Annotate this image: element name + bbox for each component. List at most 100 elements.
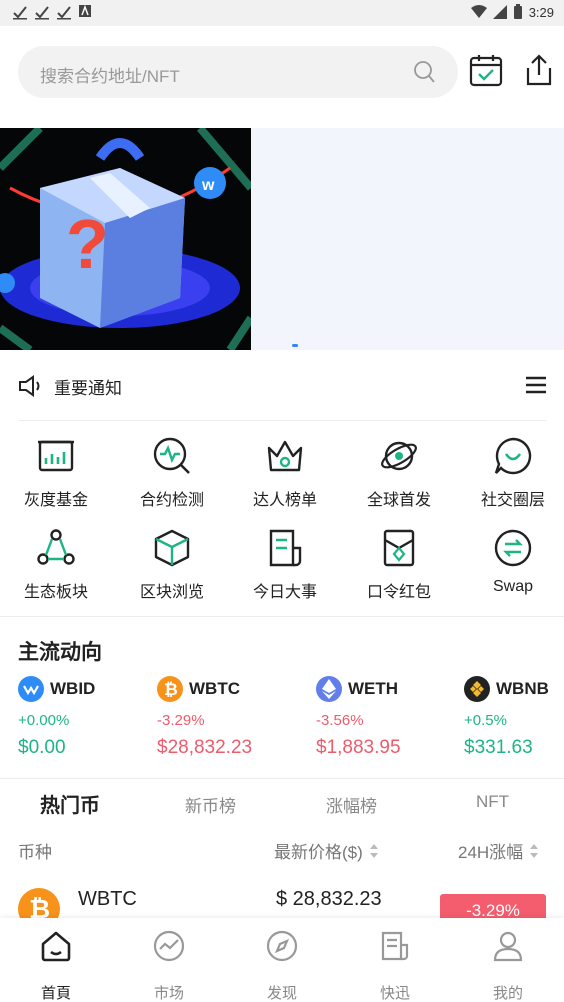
quick-item-swap[interactable]: Swap bbox=[457, 522, 564, 602]
document-icon bbox=[269, 529, 302, 567]
quick-item-label: 生态板块 bbox=[23, 584, 88, 601]
coin-name: WBTC bbox=[189, 679, 240, 698]
compass-icon bbox=[266, 930, 298, 962]
divider bbox=[18, 420, 546, 421]
quick-item-label: 今日大事 bbox=[252, 584, 317, 601]
svg-text:w: w bbox=[201, 177, 215, 194]
row-price: $ 28,832.23 bbox=[276, 888, 382, 910]
network-icon bbox=[37, 529, 75, 565]
planet-icon bbox=[381, 441, 417, 471]
menu-icon[interactable] bbox=[526, 376, 546, 394]
tab-hot-coins[interactable]: 热门币 bbox=[40, 789, 100, 818]
cube-icon bbox=[154, 529, 190, 567]
quick-item-ecosystem[interactable]: 生态板块 bbox=[0, 522, 112, 602]
coin-card-wbnb[interactable]: WBNB +0.5% $331.63 bbox=[464, 676, 564, 766]
column-header-label: 最新价格($) bbox=[274, 843, 363, 862]
coin-name: WBNB bbox=[496, 679, 549, 698]
quick-item-today-events[interactable]: 今日大事 bbox=[229, 522, 341, 602]
divider bbox=[0, 616, 564, 617]
coin-price: $331.63 bbox=[464, 737, 533, 758]
nav-market[interactable]: 市场 bbox=[113, 928, 225, 1002]
banner-indicator[interactable] bbox=[292, 344, 298, 347]
coin-name: WETH bbox=[348, 679, 399, 698]
bitcoin-logo-icon: ₿ bbox=[157, 676, 183, 702]
nav-label: 首頁 bbox=[40, 985, 71, 1002]
signal-icon bbox=[492, 5, 507, 19]
coin-change: +0.00% bbox=[18, 712, 70, 729]
quick-item-label: 全球首发 bbox=[366, 492, 431, 509]
quick-item-label: 社交圈层 bbox=[480, 492, 545, 509]
coin-card-wbtc[interactable]: ₿ WBTC -3.29% $28,832.23 bbox=[157, 676, 297, 766]
bnb-logo-icon bbox=[464, 676, 490, 702]
nav-home[interactable]: 首頁 bbox=[0, 928, 112, 1002]
quick-item-label: 灰度基金 bbox=[23, 492, 88, 509]
battery-icon bbox=[513, 4, 522, 19]
ethereum-logo-icon bbox=[316, 676, 342, 702]
tab-nft[interactable]: NFT bbox=[476, 792, 509, 812]
nav-label: 发现 bbox=[266, 985, 297, 1002]
coin-change: +0.5% bbox=[464, 712, 507, 729]
wbid-logo-icon bbox=[18, 676, 44, 702]
status-system: 3:29 bbox=[470, 4, 554, 20]
sort-icon bbox=[369, 843, 378, 858]
nav-label: 市场 bbox=[153, 985, 184, 1002]
coin-price: $0.00 bbox=[18, 737, 66, 758]
share-icon[interactable] bbox=[521, 52, 557, 88]
banner-carousel[interactable]: ? w bbox=[0, 128, 564, 350]
coin-price: $1,883.95 bbox=[316, 737, 401, 758]
quick-item-label: 合约检测 bbox=[139, 492, 204, 509]
sort-icon bbox=[530, 843, 539, 858]
quick-item-label: 区块浏览 bbox=[139, 584, 204, 601]
quick-item-contract-check[interactable]: 合约检测 bbox=[116, 430, 228, 510]
search-input[interactable]: 搜索合约地址/NFT bbox=[40, 62, 180, 87]
check-icon bbox=[35, 6, 49, 20]
search-icon[interactable] bbox=[414, 60, 436, 84]
bottom-nav: 首頁 市场 发现 快迅 我的 bbox=[0, 918, 564, 1002]
coin-change: -3.29% bbox=[157, 712, 205, 729]
gift-box-banner: ? w bbox=[0, 128, 251, 350]
search-bar[interactable]: 搜索合约地址/NFT bbox=[18, 46, 458, 98]
check-icon bbox=[13, 6, 27, 20]
nav-profile[interactable]: 我的 bbox=[452, 928, 564, 1002]
quick-item-expert-ranking[interactable]: 达人榜单 bbox=[229, 430, 341, 510]
coin-card-weth[interactable]: WETH -3.56% $1,883.95 bbox=[316, 676, 456, 766]
quick-item-global-launch[interactable]: 全球首发 bbox=[343, 430, 455, 510]
coin-card-wbid[interactable]: WBID +0.00% $0.00 bbox=[18, 676, 158, 766]
news-icon bbox=[381, 931, 409, 961]
column-header-label: 24H涨幅 bbox=[458, 843, 524, 862]
divider bbox=[0, 778, 564, 779]
nav-discover[interactable]: 发现 bbox=[226, 928, 338, 1002]
notice-bar[interactable]: 重要通知 bbox=[18, 366, 546, 406]
calendar-check-icon[interactable] bbox=[468, 52, 504, 88]
svg-text:?: ? bbox=[66, 205, 109, 283]
user-icon bbox=[493, 931, 523, 962]
market-tabs: 热门币 新币榜 涨幅榜 NFT bbox=[0, 786, 564, 822]
section-title-mainstream: 主流动向 bbox=[18, 641, 102, 664]
row-coin-name: WBTC bbox=[78, 888, 137, 910]
table-row[interactable]: ₿ WBTC $ 28,832.23 -3.29% bbox=[0, 880, 564, 930]
column-header-change[interactable]: 24H涨幅 bbox=[458, 838, 539, 863]
quick-item-social-circle[interactable]: 社交圈层 bbox=[457, 430, 564, 510]
column-header-label: 币种 bbox=[18, 843, 52, 862]
column-header-price[interactable]: 最新价格($) bbox=[274, 838, 379, 863]
quick-item-label: 达人榜单 bbox=[252, 492, 317, 509]
nav-news[interactable]: 快迅 bbox=[339, 928, 451, 1002]
quick-item-red-envelope[interactable]: 口令红包 bbox=[343, 522, 455, 602]
tab-gainers[interactable]: 涨幅榜 bbox=[326, 792, 377, 817]
pulse-search-icon bbox=[153, 437, 190, 474]
svg-text:₿: ₿ bbox=[164, 680, 178, 699]
wifi-icon bbox=[470, 5, 487, 18]
quick-item-grayscale-fund[interactable]: 灰度基金 bbox=[0, 430, 112, 510]
status-time: 3:29 bbox=[528, 4, 554, 20]
quick-item-block-explorer[interactable]: 区块浏览 bbox=[116, 522, 228, 602]
coin-price: $28,832.23 bbox=[157, 737, 253, 758]
check-icon bbox=[57, 6, 71, 20]
coin-name: WBID bbox=[50, 679, 96, 698]
tab-new-coins[interactable]: 新币榜 bbox=[185, 792, 236, 817]
a-icon bbox=[79, 4, 91, 17]
nav-label: 快迅 bbox=[379, 985, 410, 1002]
status-bar: 3:29 bbox=[0, 0, 564, 26]
status-notifications bbox=[12, 4, 92, 20]
crown-icon bbox=[267, 440, 303, 472]
home-icon bbox=[41, 931, 71, 962]
